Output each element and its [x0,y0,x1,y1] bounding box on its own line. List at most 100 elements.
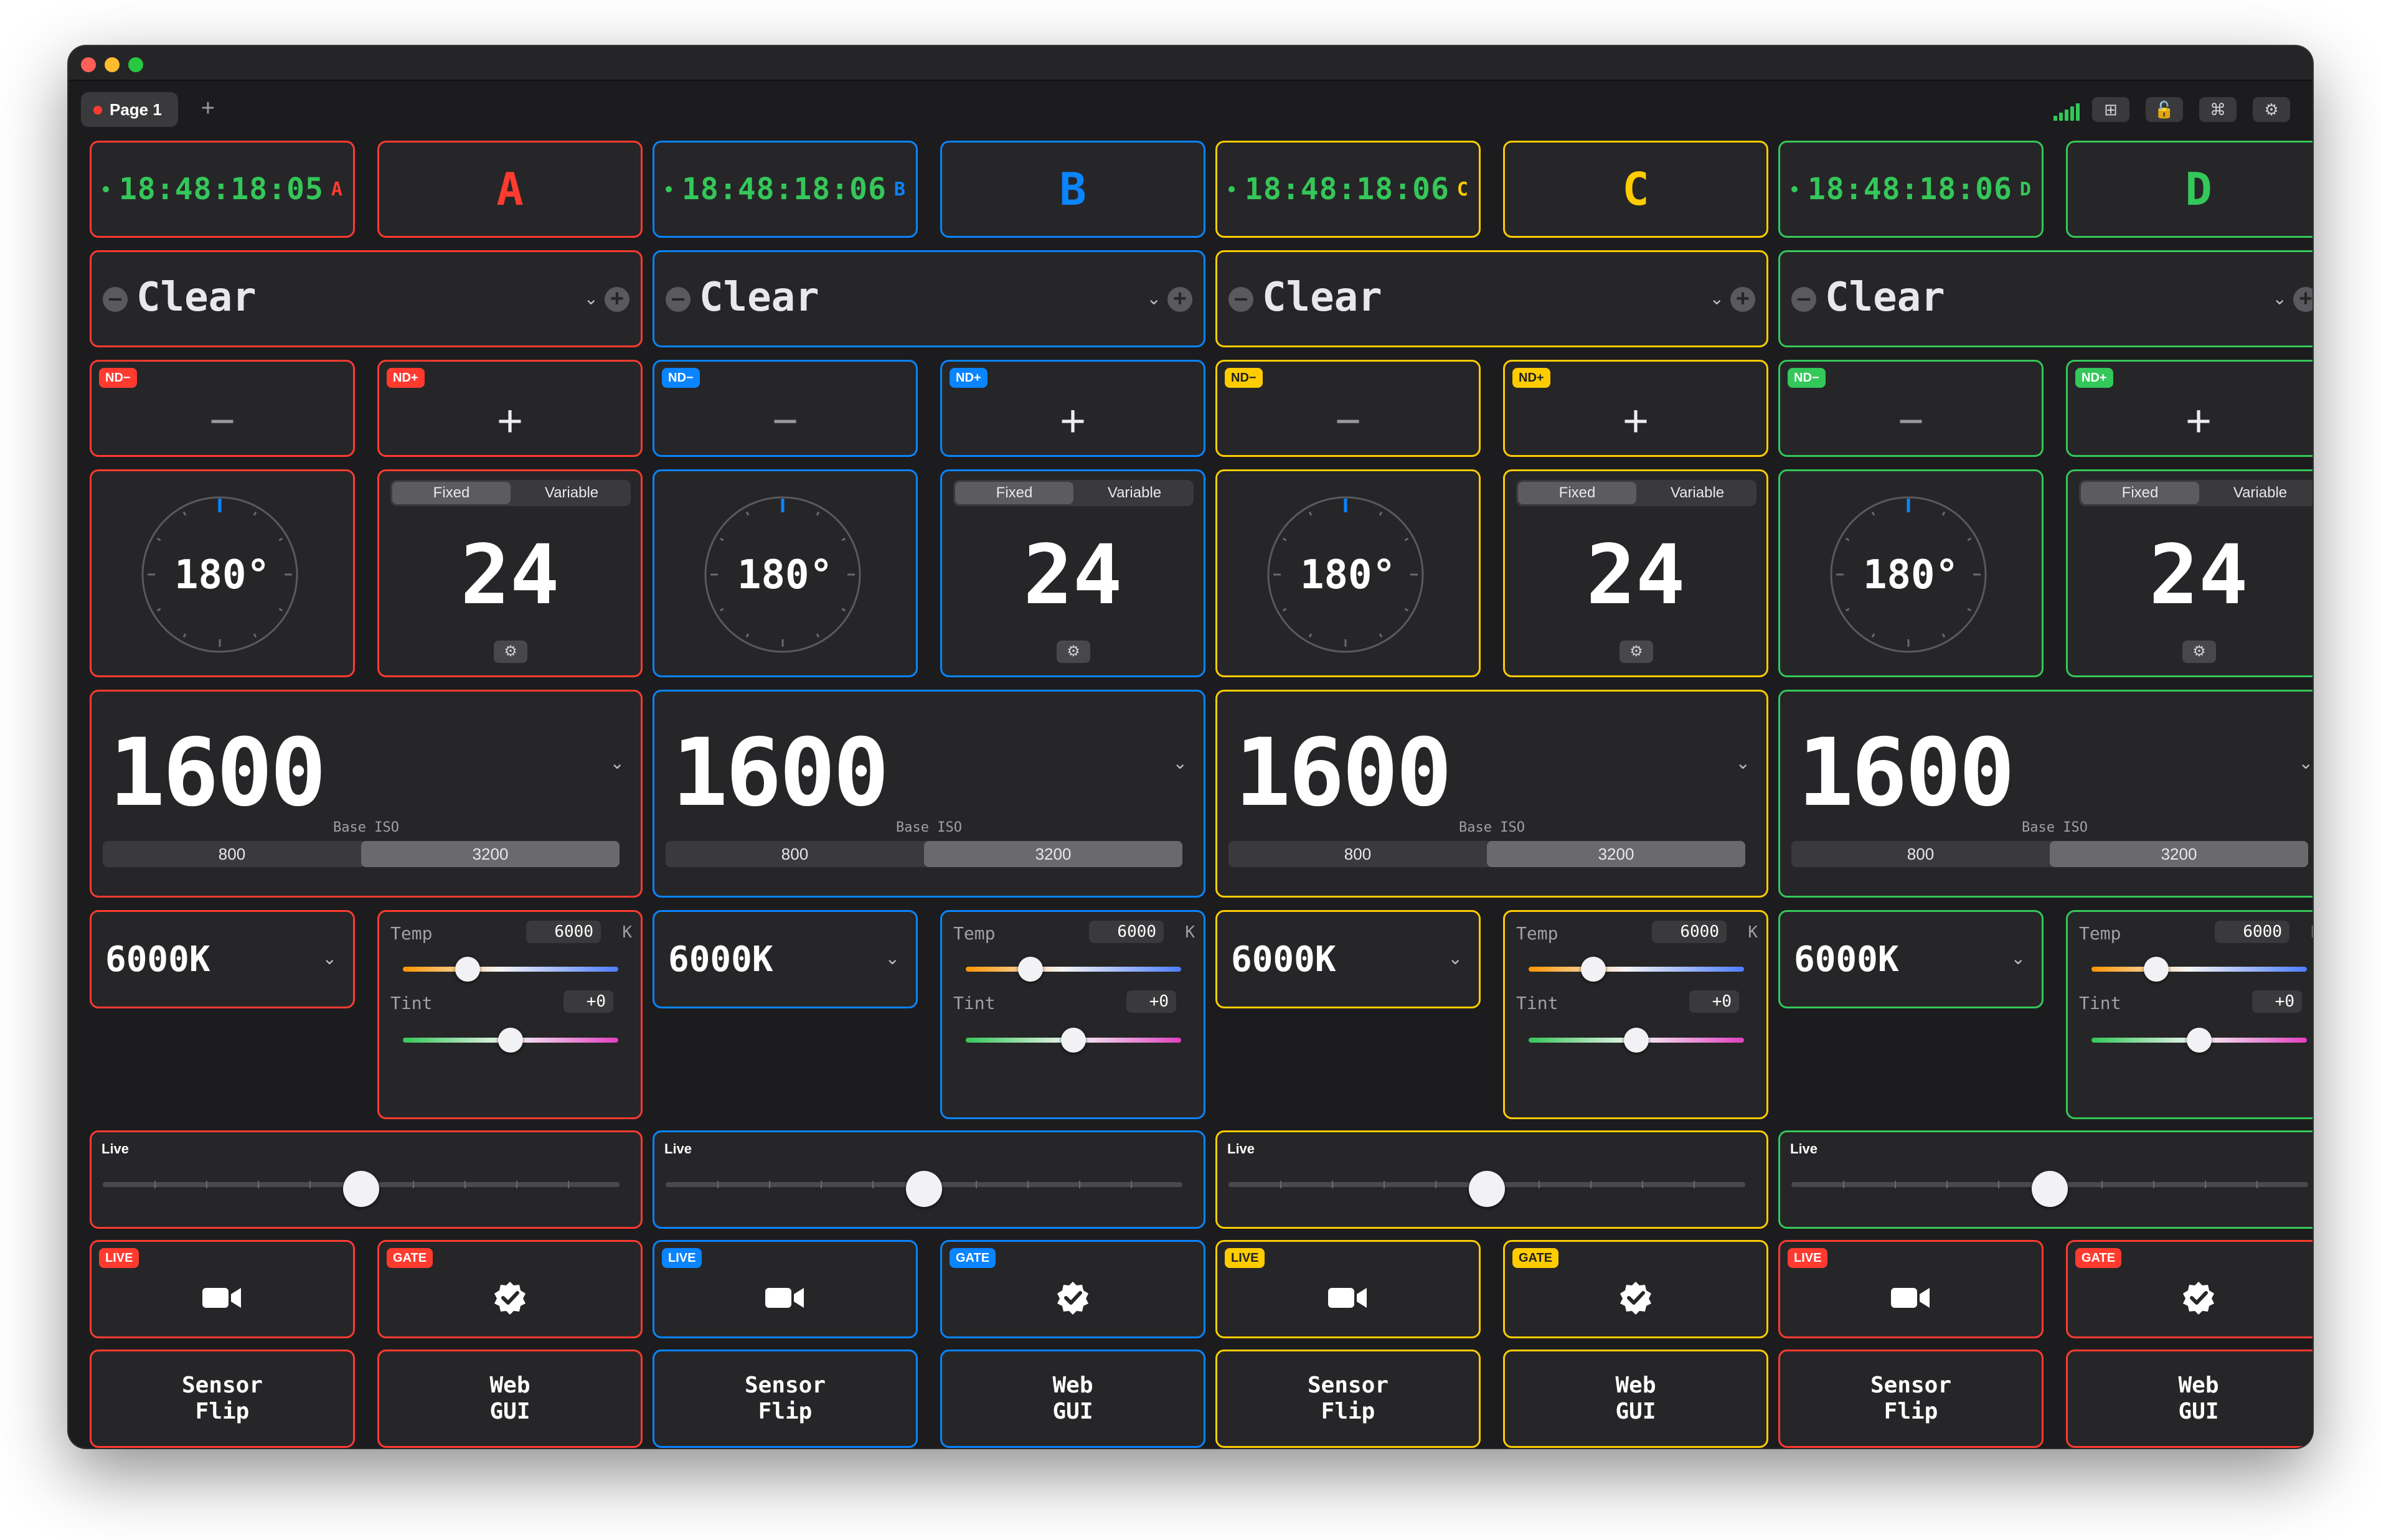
sensor-flip-button[interactable]: Sensor Flip [1778,1350,2044,1448]
chevron-down-icon[interactable]: ⌄ [2299,753,2313,773]
fps-mode-fixed[interactable]: Fixed [2081,482,2199,504]
add-tab-button[interactable]: + [193,95,223,124]
temp-slider[interactable] [1529,967,1744,972]
settings-icon[interactable]: ⚙ [2253,97,2290,122]
chevron-down-icon[interactable]: ⌄ [323,948,337,969]
fps-mode-fixed[interactable]: Fixed [392,482,511,504]
tint-slider-knob[interactable] [1061,1028,1086,1053]
white-balance-selector[interactable]: 6000K ⌄ [90,910,355,1008]
base-iso-option-3200[interactable]: 3200 [361,841,620,867]
gear-icon[interactable]: ⚙ [2182,641,2216,663]
fps-mode-toggle[interactable]: Fixed Variable [390,480,631,506]
lock-open-icon[interactable]: 🔓 [2146,97,2183,122]
shutter-angle-dial[interactable]: 180° [90,469,355,677]
temp-slider[interactable] [403,967,618,972]
close-window-button[interactable] [81,57,96,72]
nd-minus-button[interactable]: ND− − [1778,360,2044,457]
nd-minus-button[interactable]: ND− − [653,360,918,457]
white-balance-selector[interactable]: 6000K ⌄ [653,910,918,1008]
chevron-down-icon[interactable]: ⌄ [1173,753,1187,773]
gate-check-button[interactable]: GATE [940,1240,1205,1338]
grid-icon[interactable]: ⊞ [2092,97,2129,122]
zoom-window-button[interactable] [128,57,143,72]
white-balance-selector[interactable]: 6000K ⌄ [1778,910,2044,1008]
remove-preset-icon[interactable] [103,287,128,312]
live-slider-panel[interactable]: Live [1778,1130,2313,1229]
temp-input[interactable]: 6000 [1089,921,1164,943]
preset-selector[interactable]: Clear ⌄ + [653,250,1205,347]
sensor-flip-button[interactable]: Sensor Flip [653,1350,918,1448]
base-iso-option-800[interactable]: 800 [666,841,924,867]
temp-slider-knob[interactable] [2143,957,2169,982]
chevron-down-icon[interactable]: ⌄ [885,948,900,969]
fps-mode-variable[interactable]: Variable [1638,480,1756,506]
add-preset-icon[interactable]: + [1730,287,1755,312]
gear-icon[interactable]: ⚙ [1620,641,1653,663]
fps-mode-fixed[interactable]: Fixed [955,482,1073,504]
live-slider-panel[interactable]: Live [1215,1130,1768,1229]
base-iso-option-800[interactable]: 800 [103,841,361,867]
sensor-flip-button[interactable]: Sensor Flip [90,1350,355,1448]
live-slider-panel[interactable]: Live [653,1130,1205,1229]
preset-selector[interactable]: Clear ⌄ + [90,250,643,347]
shutter-angle-dial[interactable]: 180° [1215,469,1481,677]
fps-mode-toggle[interactable]: Fixed Variable [953,480,1194,506]
iso-panel[interactable]: 1600 ⌄ Base ISO 800 3200 [1778,690,2313,898]
tint-slider-knob[interactable] [2187,1028,2212,1053]
iso-panel[interactable]: 1600 ⌄ Base ISO 800 3200 [90,690,643,898]
temp-slider-knob[interactable] [455,957,480,982]
remove-preset-icon[interactable] [1228,287,1253,312]
tint-input[interactable]: +0 [1126,990,1176,1013]
live-slider-panel[interactable]: Live [90,1130,643,1229]
chevron-down-icon[interactable]: ⌄ [1736,753,1750,773]
base-iso-toggle[interactable]: 800 3200 [103,841,620,867]
live-record-button[interactable]: LIVE [653,1240,918,1338]
web-gui-button[interactable]: Web GUI [940,1350,1205,1448]
gate-check-button[interactable]: GATE [1503,1240,1768,1338]
remove-preset-icon[interactable] [666,287,691,312]
gate-check-button[interactable]: GATE [2066,1240,2313,1338]
add-preset-icon[interactable]: + [1167,287,1192,312]
tint-input[interactable]: +0 [563,990,613,1013]
remove-preset-icon[interactable] [1791,287,1816,312]
fps-mode-fixed[interactable]: Fixed [1518,482,1636,504]
chevron-down-icon[interactable]: ⌄ [584,288,598,309]
white-balance-selector[interactable]: 6000K ⌄ [1215,910,1481,1008]
temp-input[interactable]: 6000 [526,921,601,943]
base-iso-option-800[interactable]: 800 [1228,841,1487,867]
fps-mode-toggle[interactable]: Fixed Variable [2079,480,2313,506]
sensor-flip-button[interactable]: Sensor Flip [1215,1350,1481,1448]
chevron-down-icon[interactable]: ⌄ [2273,288,2287,309]
fps-mode-variable[interactable]: Variable [512,480,631,506]
iso-panel[interactable]: 1600 ⌄ Base ISO 800 3200 [653,690,1205,898]
nd-minus-button[interactable]: ND− − [90,360,355,457]
nd-plus-button[interactable]: ND+ + [377,360,643,457]
base-iso-option-3200[interactable]: 3200 [924,841,1182,867]
temp-input[interactable]: 6000 [2215,921,2289,943]
fps-mode-toggle[interactable]: Fixed Variable [1516,480,1756,506]
add-preset-icon[interactable]: + [2293,287,2313,312]
live-record-button[interactable]: LIVE [1215,1240,1481,1338]
command-icon[interactable]: ⌘ [2199,97,2237,122]
live-slider-knob[interactable] [343,1171,379,1207]
live-slider-knob[interactable] [2032,1171,2068,1207]
nd-plus-button[interactable]: ND+ + [1503,360,1768,457]
gate-check-button[interactable]: GATE [377,1240,643,1338]
temp-slider-knob[interactable] [1580,957,1606,982]
nd-plus-button[interactable]: ND+ + [2066,360,2313,457]
temp-slider-knob[interactable] [1017,957,1043,982]
base-iso-option-3200[interactable]: 3200 [1487,841,1745,867]
tint-slider-knob[interactable] [1624,1028,1649,1053]
minimize-window-button[interactable] [105,57,120,72]
shutter-angle-dial[interactable]: 180° [1778,469,2044,677]
base-iso-toggle[interactable]: 800 3200 [1228,841,1745,867]
chevron-down-icon[interactable]: ⌄ [610,753,625,773]
web-gui-button[interactable]: Web GUI [1503,1350,1768,1448]
tint-slider-knob[interactable] [498,1028,523,1053]
web-gui-button[interactable]: Web GUI [377,1350,643,1448]
live-slider-knob[interactable] [1469,1171,1505,1207]
chevron-down-icon[interactable]: ⌄ [1710,288,1724,309]
tab-page-1[interactable]: Page 1 [81,92,178,127]
chevron-down-icon[interactable]: ⌄ [1448,948,1463,969]
preset-selector[interactable]: Clear ⌄ + [1778,250,2313,347]
